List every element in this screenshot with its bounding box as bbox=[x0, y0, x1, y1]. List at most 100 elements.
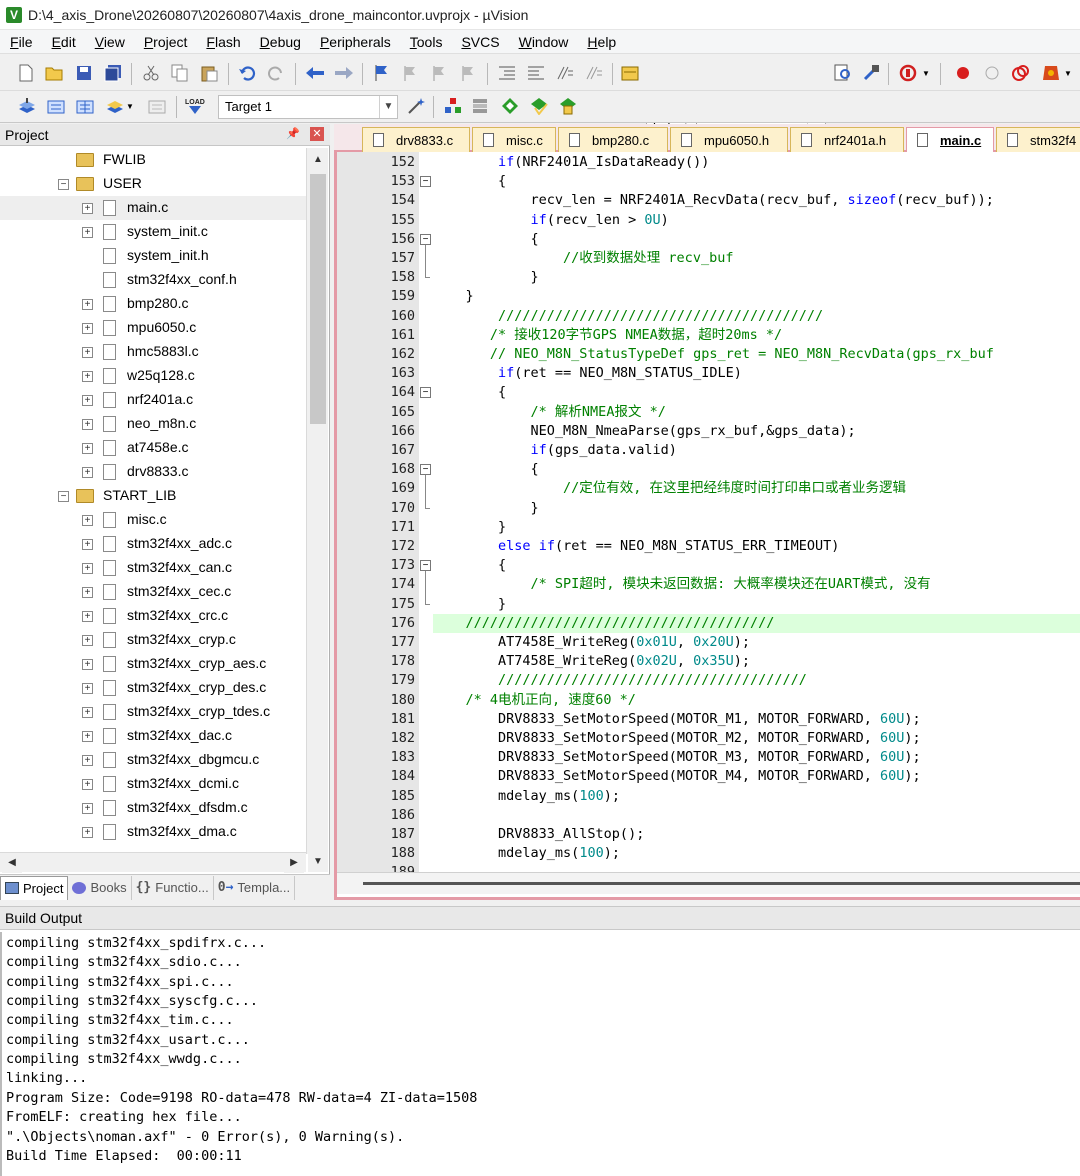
open-file-icon[interactable] bbox=[44, 62, 66, 84]
chevron-down-icon[interactable]: ▼ bbox=[124, 95, 136, 117]
tree-file[interactable]: + nrf2401a.c bbox=[0, 388, 306, 412]
code-line[interactable]: /* 接收120字节GPS NMEA数据，超时20ms */ bbox=[433, 326, 1080, 345]
expand-icon[interactable]: + bbox=[82, 803, 93, 814]
redo-icon[interactable] bbox=[265, 62, 287, 84]
tree-folder[interactable]: − START_LIB bbox=[0, 484, 306, 508]
code-line[interactable]: AT7458E_WriteReg(0x02U, 0x35U); bbox=[433, 652, 1080, 671]
tree-file[interactable]: + neo_m8n.c bbox=[0, 412, 306, 436]
code-line[interactable]: else if(ret == NEO_M8N_STATUS_ERR_TIMEOU… bbox=[433, 537, 1080, 556]
tree-folder[interactable]: − USER bbox=[0, 172, 306, 196]
scroll-up-arrow[interactable]: ▲ bbox=[308, 150, 328, 170]
fold-toggle-icon[interactable]: − bbox=[420, 387, 431, 399]
unindent-icon[interactable] bbox=[525, 62, 547, 84]
menu-file[interactable]: File bbox=[0, 34, 42, 50]
tree-file[interactable]: + stm32f4xx_adc.c bbox=[0, 532, 306, 556]
tree-file[interactable]: + stm32f4xx_cryp_tdes.c bbox=[0, 700, 306, 724]
tree-file[interactable]: + stm32f4xx_cryp.c bbox=[0, 628, 306, 652]
menu-view[interactable]: View bbox=[85, 34, 134, 50]
uncomment-icon[interactable] bbox=[583, 62, 605, 84]
paste-icon[interactable] bbox=[198, 62, 220, 84]
tree-file[interactable]: + stm32f4xx_dfsdm.c bbox=[0, 796, 306, 820]
tree-file[interactable]: + bmp280.c bbox=[0, 292, 306, 316]
code-editor[interactable]: 152 153 154 155 156 157 158 159 160 161 162 163 164 1… bbox=[334, 152, 1080, 900]
code-view[interactable]: if(NRF2401A_IsDataReady()) { recv_len = … bbox=[433, 152, 1080, 872]
tree-file[interactable]: stm32f4xx_conf.h bbox=[0, 268, 306, 292]
code-line[interactable]: NEO_M8N_NmeaParse(gps_rx_buf,&gps_data); bbox=[433, 422, 1080, 441]
editor-tab-misc-c[interactable]: misc.c bbox=[472, 127, 556, 152]
tree-file[interactable]: + system_init.c bbox=[0, 220, 306, 244]
fold-toggle-icon[interactable]: − bbox=[420, 464, 431, 476]
expand-icon[interactable]: + bbox=[82, 515, 93, 526]
tab-functions[interactable]: {} Functio... bbox=[132, 875, 214, 900]
code-line[interactable]: // NEO_M8N_StatusTypeDef gps_ret = NEO_M… bbox=[433, 345, 1080, 364]
tree-file[interactable]: + at7458e.c bbox=[0, 436, 306, 460]
code-line[interactable]: if(gps_data.valid) bbox=[433, 441, 1080, 460]
code-line[interactable]: /* 4电机正向, 速度60 */ bbox=[433, 691, 1080, 710]
code-line[interactable]: //////////////////////////////////////// bbox=[433, 307, 1080, 326]
expand-icon[interactable]: + bbox=[82, 707, 93, 718]
tree-vertical-scrollbar[interactable]: ▲ bbox=[306, 148, 328, 854]
run-time-environment-icon[interactable] bbox=[1040, 62, 1062, 84]
collapse-icon[interactable]: − bbox=[58, 179, 69, 190]
cut-icon[interactable] bbox=[140, 62, 162, 84]
code-line[interactable]: /* 解析NMEA报文 */ bbox=[433, 403, 1080, 422]
code-line[interactable]: DRV8833_SetMotorSpeed(MOTOR_M1, MOTOR_FO… bbox=[433, 710, 1080, 729]
tree-file[interactable]: system_init.h bbox=[0, 244, 306, 268]
tree-file[interactable]: + stm32f4xx_cec.c bbox=[0, 580, 306, 604]
manage-components-icon[interactable] bbox=[442, 95, 464, 117]
breakpoint-icon[interactable] bbox=[952, 62, 974, 84]
tab-templates[interactable]: 0→ Templa... bbox=[214, 875, 296, 900]
code-line[interactable]: } bbox=[433, 287, 1080, 306]
expand-icon[interactable]: + bbox=[82, 683, 93, 694]
chevron-down-icon[interactable]: ▼ bbox=[1062, 62, 1074, 84]
code-line[interactable]: if(recv_len > 0U) bbox=[433, 211, 1080, 230]
prev-bookmark-icon[interactable] bbox=[399, 62, 421, 84]
build-icon[interactable] bbox=[45, 95, 67, 117]
disable-breakpoint-icon[interactable] bbox=[981, 62, 1003, 84]
expand-icon[interactable]: + bbox=[82, 467, 93, 478]
menu-debug[interactable]: Debug bbox=[250, 34, 310, 50]
scroll-thumb[interactable] bbox=[310, 174, 326, 424]
code-line[interactable]: { bbox=[433, 172, 1080, 191]
expand-icon[interactable]: + bbox=[82, 419, 93, 430]
tree-folder[interactable]: FWLIB bbox=[0, 148, 306, 172]
editor-tab-drv8833-c[interactable]: drv8833.c bbox=[362, 127, 470, 152]
code-line[interactable]: if(ret == NEO_M8N_STATUS_IDLE) bbox=[433, 364, 1080, 383]
undo-icon[interactable] bbox=[236, 62, 258, 84]
debug-session-icon[interactable] bbox=[898, 62, 920, 84]
fold-toggle-icon[interactable]: − bbox=[420, 560, 431, 572]
editor-tab-bmp280-c[interactable]: bmp280.c bbox=[558, 127, 668, 152]
tree-file[interactable]: + stm32f4xx_dbgmcu.c bbox=[0, 748, 306, 772]
tree-file[interactable]: + misc.c bbox=[0, 508, 306, 532]
expand-icon[interactable]: + bbox=[82, 395, 93, 406]
expand-icon[interactable]: + bbox=[82, 371, 93, 382]
menu-tools[interactable]: Tools bbox=[400, 34, 452, 50]
code-line[interactable]: DRV8833_SetMotorSpeed(MOTOR_M3, MOTOR_FO… bbox=[433, 748, 1080, 767]
code-line[interactable]: DRV8833_SetMotorSpeed(MOTOR_M4, MOTOR_FO… bbox=[433, 767, 1080, 786]
code-line[interactable]: { bbox=[433, 230, 1080, 249]
code-line[interactable]: recv_len = NRF2401A_RecvData(recv_buf, s… bbox=[433, 191, 1080, 210]
next-bookmark-icon[interactable] bbox=[428, 62, 450, 84]
menu-help[interactable]: Help bbox=[577, 34, 625, 50]
expand-icon[interactable]: + bbox=[82, 611, 93, 622]
tree-file[interactable]: + stm32f4xx_cryp_des.c bbox=[0, 676, 306, 700]
find-in-files-icon[interactable] bbox=[620, 62, 642, 84]
close-icon[interactable]: ✕ bbox=[310, 127, 324, 141]
menu-project[interactable]: Project bbox=[134, 34, 197, 50]
navigate-forward-icon[interactable] bbox=[333, 62, 355, 84]
menu-edit[interactable]: Edit bbox=[42, 34, 85, 50]
software-packs-icon[interactable] bbox=[528, 95, 550, 117]
code-line[interactable]: //定位有效, 在这里把经纬度时间打印串口或者业务逻辑 bbox=[433, 479, 1080, 498]
code-line[interactable]: /* SPI超时, 模块未返回数据: 大概率模块还在UART模式, 没有 bbox=[433, 575, 1080, 594]
expand-icon[interactable]: + bbox=[82, 227, 93, 238]
tree-file[interactable]: + hmc5883l.c bbox=[0, 340, 306, 364]
find-icon[interactable] bbox=[832, 62, 854, 84]
code-line[interactable]: AT7458E_WriteReg(0x01U, 0x20U); bbox=[433, 633, 1080, 652]
code-line[interactable]: //收到数据处理 recv_buf bbox=[433, 249, 1080, 268]
new-file-icon[interactable] bbox=[15, 62, 37, 84]
editor-tab-mpu6050-h[interactable]: mpu6050.h bbox=[670, 127, 788, 152]
build-output-text[interactable]: compiling stm32f4xx_spdifrx.c... compilin… bbox=[0, 932, 1080, 1176]
stop-build-icon[interactable] bbox=[146, 95, 168, 117]
code-line[interactable]: DRV8833_SetMotorSpeed(MOTOR_M2, MOTOR_FO… bbox=[433, 729, 1080, 748]
code-line[interactable]: DRV8833_AllStop(); bbox=[433, 825, 1080, 844]
